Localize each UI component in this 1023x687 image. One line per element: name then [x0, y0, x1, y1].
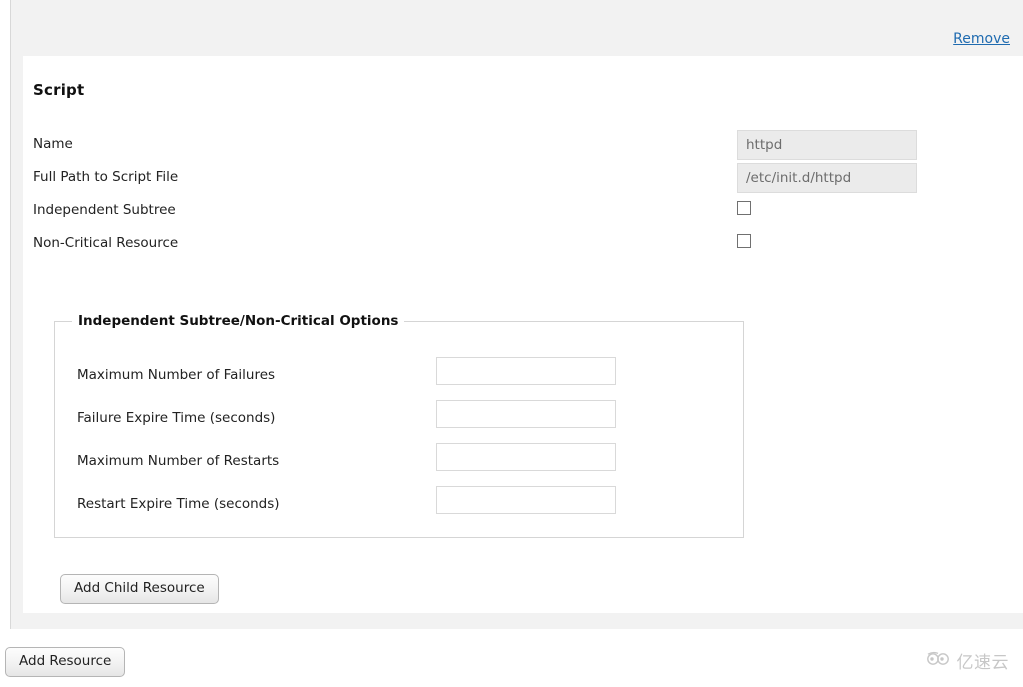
- options-fieldset-legend: Independent Subtree/Non-Critical Options: [72, 313, 405, 329]
- max-failures-input[interactable]: [436, 357, 616, 385]
- resource-form: Name Full Path to Script File Independen…: [23, 130, 1023, 262]
- control-independent-subtree: [737, 196, 751, 215]
- form-row-non-critical-resource: Non-Critical Resource: [23, 229, 1023, 262]
- script-name-input[interactable]: [737, 130, 917, 160]
- control-non-critical-resource: [737, 229, 751, 248]
- add-resource-button[interactable]: Add Resource: [5, 647, 126, 677]
- form-row-max-failures: Maximum Number of Failures: [55, 355, 743, 398]
- label-maximum-number-of-restarts: Maximum Number of Restarts: [77, 453, 280, 469]
- page-title: Script: [33, 81, 85, 99]
- watermark-text: 亿速云: [956, 653, 1009, 673]
- form-row-restart-expire-time: Restart Expire Time (seconds): [55, 484, 743, 527]
- control-failure-expire-time: [436, 400, 616, 428]
- cloud-icon: [926, 651, 952, 670]
- independent-subtree-checkbox[interactable]: [737, 201, 751, 215]
- label-non-critical-resource: Non-Critical Resource: [33, 235, 179, 251]
- watermark: 亿速云: [926, 648, 1010, 673]
- options-fields: Maximum Number of Failures Failure Expir…: [55, 355, 743, 527]
- independent-subtree-options-fieldset: Independent Subtree/Non-Critical Options…: [54, 313, 744, 538]
- non-critical-resource-checkbox[interactable]: [737, 234, 751, 248]
- failure-expire-time-input[interactable]: [436, 400, 616, 428]
- resource-container: Remove Script Name Full Path to Script F…: [10, 0, 1023, 629]
- label-independent-subtree: Independent Subtree: [33, 202, 176, 218]
- form-row-max-restarts: Maximum Number of Restarts: [55, 441, 743, 484]
- label-full-path-to-script-file: Full Path to Script File: [33, 169, 179, 185]
- script-path-input[interactable]: [737, 163, 917, 193]
- label-failure-expire-time: Failure Expire Time (seconds): [77, 410, 276, 426]
- control-restart-expire-time: [436, 486, 616, 514]
- resource-header-bar: Remove: [11, 0, 1023, 56]
- remove-resource-link[interactable]: Remove: [953, 31, 1010, 47]
- form-row-script-path: Full Path to Script File: [23, 163, 1023, 196]
- add-child-resource-button[interactable]: Add Child Resource: [60, 574, 219, 604]
- control-script-path: [737, 163, 917, 193]
- control-max-failures: [436, 357, 616, 385]
- form-row-independent-subtree: Independent Subtree: [23, 196, 1023, 229]
- restart-expire-time-input[interactable]: [436, 486, 616, 514]
- form-row-name: Name: [23, 130, 1023, 163]
- form-row-failure-expire-time: Failure Expire Time (seconds): [55, 398, 743, 441]
- label-restart-expire-time: Restart Expire Time (seconds): [77, 496, 280, 512]
- resource-panel: Script Name Full Path to Script File Ind…: [23, 56, 1023, 613]
- label-maximum-number-of-failures: Maximum Number of Failures: [77, 367, 276, 383]
- max-restarts-input[interactable]: [436, 443, 616, 471]
- control-name: [737, 130, 917, 160]
- control-max-restarts: [436, 443, 616, 471]
- label-name: Name: [33, 136, 73, 152]
